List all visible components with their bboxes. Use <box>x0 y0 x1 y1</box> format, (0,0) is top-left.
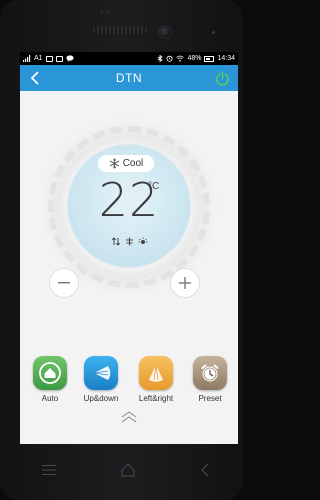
up-down-swing-button[interactable]: Up&down <box>75 356 127 403</box>
preset-tile <box>193 356 227 390</box>
mail-notification-icon <box>55 55 63 62</box>
image-notification-icon <box>45 55 53 62</box>
vertical-swing-icon <box>93 366 111 380</box>
phone-frame: A1 48% 14:34 DTN Cool 22 °C Auto Up&down… <box>0 0 243 500</box>
clock: 14:34 <box>217 55 235 62</box>
auto-mode-button[interactable]: Auto <box>24 356 76 403</box>
carrier-label: A1 <box>34 55 43 62</box>
up-down-label: Up&down <box>83 394 119 403</box>
wifi-icon <box>176 55 185 62</box>
power-button[interactable] <box>213 69 231 87</box>
auto-mode-label: Auto <box>41 394 59 403</box>
battery-percent: 48% <box>187 55 202 62</box>
sun-icon <box>138 237 147 244</box>
swing-arrows-icon <box>111 237 120 246</box>
proximity-sensor <box>212 31 215 34</box>
left-right-swing-button[interactable]: Left&right <box>130 356 182 403</box>
chat-notification-icon <box>65 55 74 62</box>
fan-speed-icon <box>125 237 133 246</box>
decrease-temperature-button[interactable] <box>49 268 79 298</box>
front-camera <box>158 25 172 39</box>
preset-button[interactable]: Preset <box>184 356 236 403</box>
mode-chip[interactable]: Cool <box>98 155 154 172</box>
signal-icon <box>23 55 31 62</box>
snowflake-icon <box>109 158 119 169</box>
app-bar: DTN <box>20 65 238 91</box>
left-right-label: Left&right <box>138 394 174 403</box>
back-nav-icon[interactable] <box>198 462 212 478</box>
auto-mode-tile <box>33 356 67 390</box>
chevron-left-icon <box>30 71 39 85</box>
temperature-value: 22 <box>98 173 160 227</box>
main-content: Cool 22 °C Auto Up&down Left&right Prese… <box>20 91 238 444</box>
power-icon <box>215 70 229 85</box>
temperature-unit: °C <box>148 181 160 192</box>
status-bar: A1 48% 14:34 <box>20 52 238 65</box>
home-icon[interactable] <box>120 462 136 478</box>
fan-status <box>68 237 190 246</box>
left-right-tile <box>139 356 173 390</box>
horizontal-swing-icon <box>149 364 163 382</box>
back-button[interactable] <box>26 69 44 87</box>
increase-temperature-button[interactable] <box>170 268 200 298</box>
up-down-tile <box>84 356 118 390</box>
phone-top-bezel <box>0 0 243 48</box>
auto-home-icon <box>39 362 61 384</box>
sensor-dot <box>107 10 110 13</box>
alarm-clock-icon <box>201 364 219 382</box>
alarm-icon <box>166 55 173 62</box>
mode-label: Cool <box>122 158 144 169</box>
plus-icon <box>179 277 191 289</box>
expand-up-icon[interactable] <box>119 410 139 424</box>
minus-icon <box>58 282 70 284</box>
page-title: DTN <box>115 71 143 85</box>
sensor-dot <box>100 10 103 13</box>
temperature-dial: Cool 22 °C <box>68 145 190 267</box>
menu-icon[interactable] <box>42 464 56 476</box>
bluetooth-icon <box>158 55 164 62</box>
navigation-bar <box>20 450 238 490</box>
battery-icon <box>204 55 215 62</box>
earpiece-speaker <box>93 26 147 34</box>
preset-label: Preset <box>198 394 222 403</box>
phone-screen: A1 48% 14:34 DTN Cool 22 °C Auto Up&down… <box>20 52 238 444</box>
